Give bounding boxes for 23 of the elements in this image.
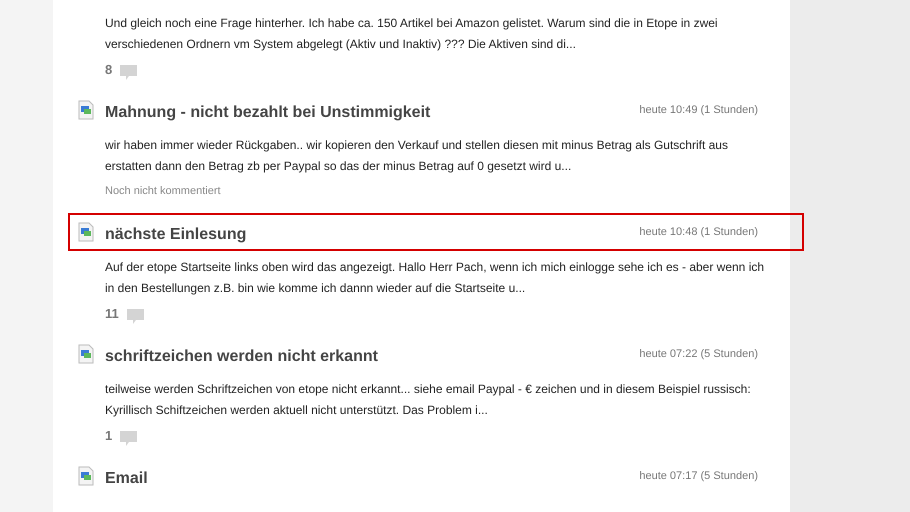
post-title[interactable]: Email [105,470,640,488]
comment-count: 11 [105,306,119,320]
document-icon [78,466,94,486]
post-title[interactable]: schriftzeichen werden nicht erkannt [105,348,640,366]
comment-count: 8 [105,62,112,76]
comment-count: 1 [105,428,112,442]
post-time: heute 10:49 (1 Stunden) [639,104,758,116]
document-icon [78,222,94,242]
post-excerpt: Auf der etope Startseite links oben wird das angezeigt. Hallo Herr Pach, wenn ich mich einlogge sehe ich es - aber wenn ich in den Bestellungen z.B. bin wie komme ich dannn wieder auf die Startseite u... [105,259,766,297]
post-excerpt: Und gleich noch eine Frage hinterher. Ich habe ca. 150 Artikel bei Amazon gelistet. Warum sind die in Etope in zwei verschiedenen Ordnern vm System abgelegt (Aktiv und Inaktiv) ??? Die Aktiven sind di... [105,15,719,53]
post-title[interactable]: nächste Einlesung [105,226,640,244]
comment-status: Noch nicht kommentiert [105,185,221,197]
post-excerpt: teilweise werden Schriftzeichen von etope nicht erkannt... siehe email Paypal - € zeichen und in diesem Beispiel russisch: Kyrillisch Schiftzeichen werden aktuell nicht unterstützt. Das Problem i... [105,381,752,419]
document-icon [78,344,94,364]
document-icon [78,100,94,120]
post-title[interactable]: Mahnung - nicht bezahlt bei Unstimmigkeit [105,104,640,122]
post-time: heute 07:17 (5 Stunden) [639,470,758,482]
comment-icon[interactable] [126,309,144,325]
comment-icon[interactable] [120,431,138,447]
comment-icon[interactable] [120,65,138,81]
post-time: heute 07:22 (5 Stunden) [639,348,758,360]
post-time: heute 10:48 (1 Stunden) [639,226,758,238]
post-excerpt: wir haben immer wieder Rückgaben.. wir kopieren den Verkauf und stellen diesen mit minus Betrag als Gutschrift aus erstatten dann den Betrag zb per Paypal so das der minus Betrag auf 0 gesetzt wird u... [105,137,729,175]
